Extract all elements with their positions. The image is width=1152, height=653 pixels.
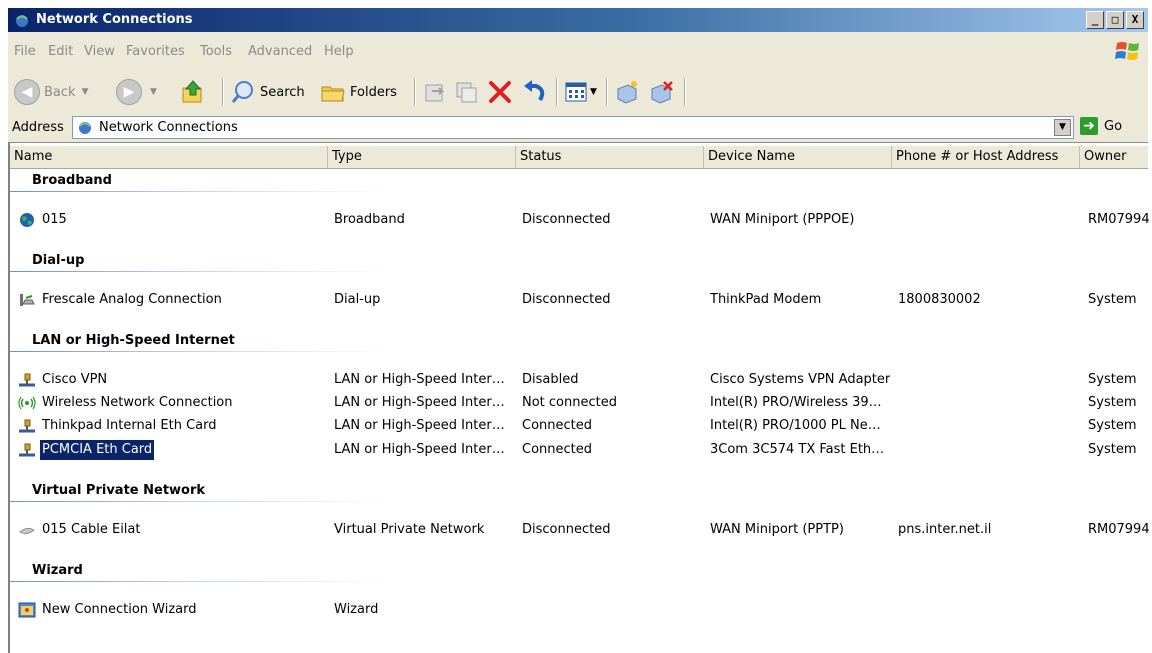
list-item[interactable]: Wireless Network Connection LAN or High-…: [10, 393, 1148, 413]
list-item[interactable]: Thinkpad Internal Eth Card LAN or High-S…: [10, 416, 1148, 436]
up-folder-button[interactable]: [180, 78, 206, 106]
views-icon: [565, 82, 587, 102]
menu-favorites[interactable]: Favorites: [126, 44, 185, 59]
maximize-button[interactable]: □: [1106, 11, 1124, 29]
back-dropdown-icon[interactable]: ▼: [82, 87, 89, 97]
menu-edit[interactable]: Edit: [48, 44, 73, 59]
back-button[interactable]: ◀ Back ▼: [14, 78, 88, 106]
minimize-button[interactable]: _: [1086, 11, 1104, 29]
copy-to-button[interactable]: [454, 78, 480, 106]
forward-arrow-icon: ▶: [116, 79, 142, 105]
up-folder-icon: [182, 80, 202, 103]
column-status[interactable]: Status: [516, 146, 704, 168]
list-item[interactable]: New Connection Wizard Wizard: [10, 600, 1148, 620]
forward-dropdown-icon[interactable]: ▼: [150, 87, 157, 97]
wireless-icon: [18, 396, 36, 410]
undo-icon: [524, 80, 545, 102]
delete-connection-icon: [651, 81, 673, 104]
menu-view[interactable]: View: [84, 44, 115, 59]
list-item[interactable]: 015 Cable Eilat Virtual Private Network …: [10, 520, 1150, 540]
phone-icon: [20, 294, 35, 306]
search-button[interactable]: Search: [230, 78, 305, 106]
delete-icon: [489, 81, 511, 103]
menu-bar: File Edit View Favorites Tools Advanced …: [8, 32, 1148, 73]
address-dropdown-icon[interactable]: ▼: [1054, 119, 1071, 136]
menu-file[interactable]: File: [14, 44, 36, 59]
move-to-button[interactable]: [422, 78, 448, 106]
address-field[interactable]: Network Connections ▼: [72, 116, 1074, 139]
column-device-name[interactable]: Device Name: [704, 146, 892, 168]
column-name[interactable]: Name: [10, 146, 328, 168]
column-header: Name Type Status Device Name Phone # or …: [10, 146, 1148, 169]
delete-connection-button[interactable]: [648, 78, 674, 106]
network-cable-icon: [19, 419, 35, 433]
forward-button[interactable]: ▶ ▼: [116, 78, 157, 106]
windows-logo-icon: [1115, 42, 1139, 60]
globe-icon: [20, 213, 34, 227]
move-to-icon: [425, 84, 445, 102]
list-item[interactable]: Cisco VPN LAN or High-Speed Inter… Disab…: [10, 370, 1148, 390]
list-item[interactable]: 015 Broadband Disconnected WAN Miniport …: [10, 210, 1150, 230]
folders-button[interactable]: Folders: [320, 78, 397, 106]
column-phone-host[interactable]: Phone # or Host Address: [892, 146, 1080, 168]
network-connections-icon: [16, 15, 28, 27]
close-button[interactable]: X: [1126, 11, 1144, 29]
vpn-icon: [19, 527, 35, 535]
delete-button[interactable]: [486, 78, 514, 106]
address-value: Network Connections: [99, 120, 238, 135]
new-connection-button[interactable]: [614, 78, 640, 106]
column-owner[interactable]: Owner: [1080, 146, 1148, 168]
views-button[interactable]: ▼: [564, 78, 597, 106]
new-connection-icon: [617, 81, 637, 104]
address-bar: Address Network Connections ▼ ➜ Go: [8, 112, 1148, 143]
menu-tools[interactable]: Tools: [200, 44, 232, 59]
go-arrow-icon: ➜: [1080, 117, 1098, 135]
list-item[interactable]: Frescale Analog Connection Dial-up Disco…: [10, 290, 1148, 310]
network-connections-window: Network Connections _ □ X File Edit View…: [0, 0, 1152, 653]
wizard-icon: [18, 602, 36, 618]
undo-button[interactable]: [520, 78, 548, 106]
list-item-selected[interactable]: PCMCIA Eth Card LAN or High-Speed Inter……: [10, 440, 1148, 460]
network-connections-icon: [79, 122, 91, 134]
views-dropdown-icon[interactable]: ▼: [590, 87, 597, 97]
copy-to-icon: [456, 82, 477, 103]
search-icon: [231, 81, 253, 103]
folders-icon: [321, 86, 345, 102]
address-label: Address: [12, 120, 64, 135]
go-button[interactable]: ➜ Go: [1080, 117, 1122, 135]
back-arrow-icon: ◀: [14, 79, 40, 105]
window-title: Network Connections: [36, 12, 193, 27]
network-cable-icon: [19, 443, 35, 457]
column-type[interactable]: Type: [328, 146, 516, 168]
network-cable-icon: [19, 373, 35, 387]
menu-advanced[interactable]: Advanced: [248, 44, 312, 59]
title-bar[interactable]: Network Connections _ □ X: [8, 8, 1148, 32]
toolbar: ◀ Back ▼ ▶ ▼ Search Folders ▼: [8, 72, 1148, 113]
menu-help[interactable]: Help: [324, 44, 354, 59]
